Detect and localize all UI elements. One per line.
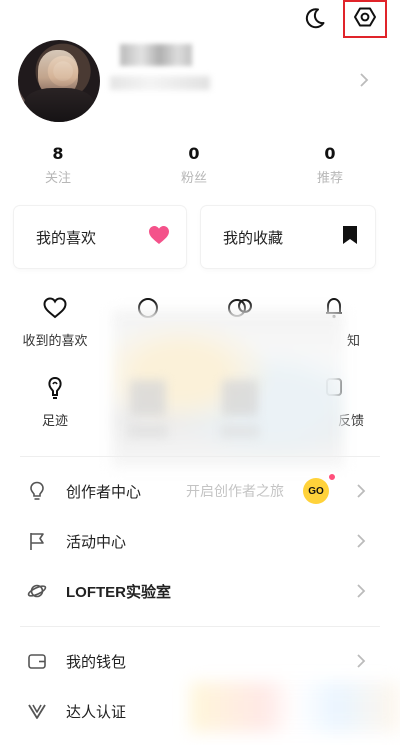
settings-hexagon-icon [353, 5, 377, 33]
my-favorites-label: 我的收藏 [223, 228, 284, 247]
footprint-label: 足迹 [41, 414, 68, 429]
chevron-right-icon [356, 533, 366, 553]
go-badge[interactable]: GO [303, 478, 329, 504]
blurred-icon [130, 380, 166, 416]
avatar[interactable] [18, 40, 100, 122]
top-bar [0, 0, 400, 40]
settings-button[interactable] [343, 0, 387, 38]
stat-following[interactable]: 8 关注 [18, 143, 98, 186]
activity-center-label: 活动中心 [66, 532, 127, 551]
my-likes-card[interactable]: 我的喜欢 [14, 206, 186, 268]
v-badge-icon [27, 701, 47, 721]
lab-label: LOFTER实验室 [66, 583, 171, 601]
stat-label: 关注 [44, 171, 71, 186]
creator-hint: 开启创作者之旅 [186, 484, 284, 500]
blurred-label [128, 424, 168, 438]
blurred-label [220, 424, 260, 438]
divider [20, 626, 380, 627]
activity-center-row[interactable]: 活动中心 [0, 519, 400, 563]
stat-label: 粉丝 [180, 171, 207, 186]
chevron-right-icon[interactable] [358, 72, 370, 92]
received-likes-label: 收到的喜欢 [22, 334, 88, 349]
username-blurred [120, 44, 192, 66]
stat-fans[interactable]: 0 粉丝 [154, 143, 234, 186]
wallet-label: 我的钱包 [66, 652, 127, 671]
wallet-icon [27, 651, 47, 671]
divider [20, 456, 380, 457]
bookmark-icon [341, 224, 359, 250]
user-id-blurred [110, 76, 210, 90]
heart-outline-icon [42, 297, 68, 324]
received-likes-item[interactable]: 收到的喜欢 [15, 296, 95, 349]
footprint-icon [42, 376, 68, 404]
my-likes-label: 我的喜欢 [36, 228, 97, 247]
flag-icon [27, 531, 47, 551]
stat-label: 推荐 [316, 171, 343, 186]
chevron-right-icon [356, 483, 366, 503]
creator-center-label: 创作者中心 [66, 482, 142, 501]
chevron-right-icon [356, 653, 366, 673]
profile-header[interactable] [0, 40, 400, 126]
lab-row[interactable]: LOFTER实验室 [0, 569, 400, 613]
blurred-icon [222, 380, 258, 416]
my-favorites-card[interactable]: 我的收藏 [201, 206, 375, 268]
footprint-item[interactable]: 足迹 [15, 376, 95, 429]
chevron-right-icon [356, 583, 366, 603]
planet-icon [27, 581, 47, 601]
creator-center-row[interactable]: 创作者中心 开启创作者之旅 GO [0, 469, 400, 513]
blurred-banner [190, 682, 400, 732]
heart-icon [148, 225, 170, 249]
lightbulb-icon [27, 481, 47, 501]
notification-dot [327, 472, 337, 482]
moon-icon[interactable] [303, 6, 327, 30]
wallet-row[interactable]: 我的钱包 [0, 639, 400, 683]
stat-value: 0 [188, 144, 200, 163]
stats-row: 8 关注 0 粉丝 0 推荐 [0, 143, 400, 189]
stat-value: 8 [52, 144, 64, 163]
verification-label: 达人认证 [66, 702, 127, 721]
stat-value: 0 [324, 144, 336, 163]
stat-recommend[interactable]: 0 推荐 [290, 143, 370, 186]
